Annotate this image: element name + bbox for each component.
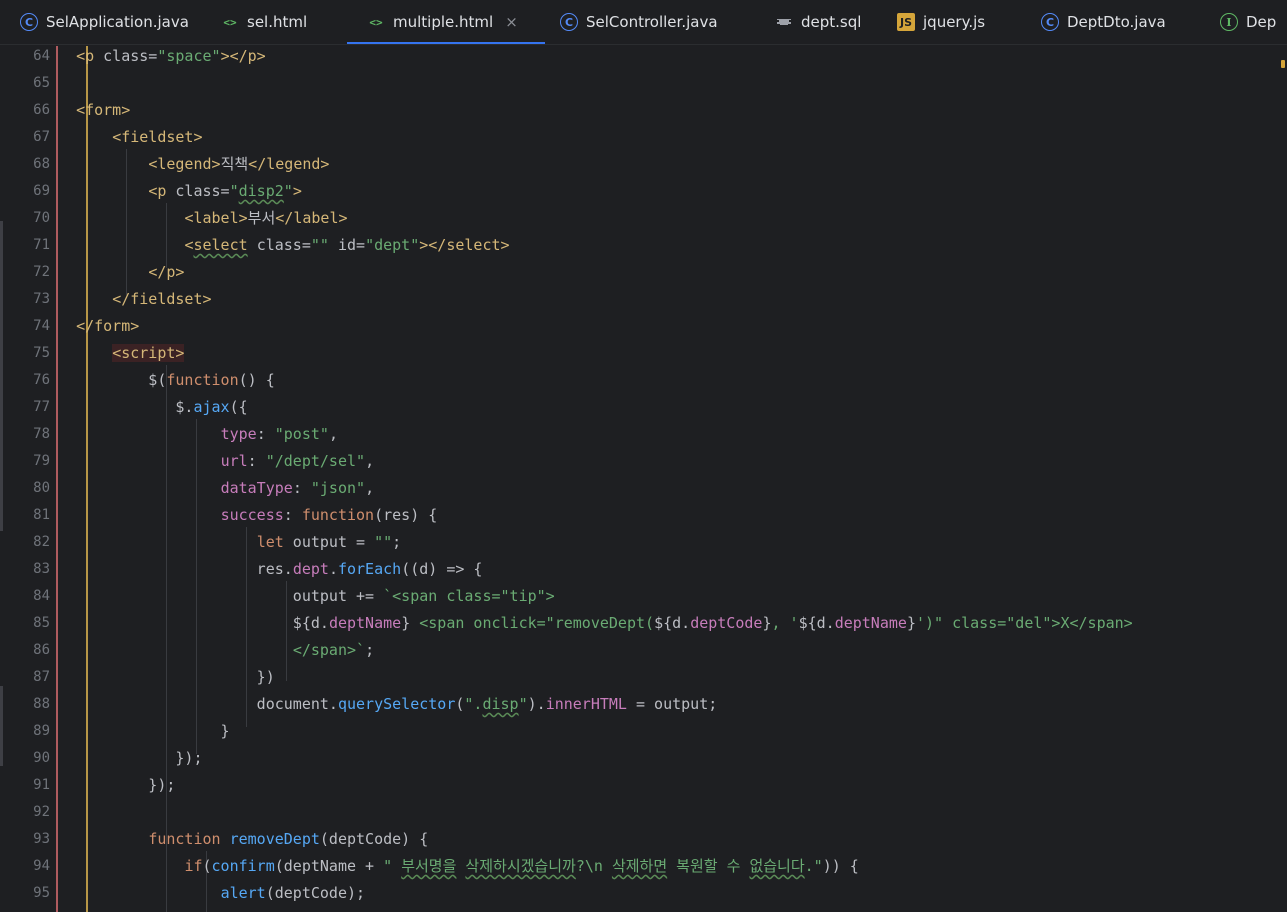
line-number: 88 bbox=[33, 696, 50, 712]
code-line-80: dataType: "json", bbox=[220, 479, 375, 497]
code-line-88: document.querySelector(".disp").innerHTM… bbox=[58, 695, 718, 713]
code-line-74: </form> bbox=[76, 317, 140, 335]
tab-label: SelApplication.java bbox=[46, 13, 189, 31]
code-line-69: <p class="disp2"> bbox=[148, 182, 302, 200]
code-line-72: </p> bbox=[148, 263, 185, 281]
line-number: 66 bbox=[33, 102, 50, 118]
code-line-94: if(confirm(deptName + " 부서명을 삭제하시겠습니까?\n… bbox=[184, 857, 859, 875]
line-number: 81 bbox=[33, 507, 50, 523]
code-line-90: }); bbox=[58, 749, 203, 767]
code-line-78: type: "post", bbox=[220, 425, 338, 443]
line-number: 91 bbox=[33, 777, 50, 793]
line-number: 89 bbox=[33, 723, 50, 739]
code-line-70: <label>부서</label> bbox=[184, 209, 348, 227]
code-line-95: alert(deptCode); bbox=[220, 884, 366, 902]
tab-dept-sql[interactable]: dept.sql bbox=[758, 0, 897, 44]
line-number: 87 bbox=[33, 669, 50, 685]
line-number: 64 bbox=[33, 48, 50, 64]
sql-file-icon bbox=[775, 13, 793, 31]
code-line-89: } bbox=[58, 722, 230, 740]
line-number: 71 bbox=[33, 237, 50, 253]
line-number: 82 bbox=[33, 534, 50, 550]
js-icon: JS bbox=[897, 13, 915, 31]
line-number: 90 bbox=[33, 750, 50, 766]
tab-sel-html[interactable]: <> sel.html bbox=[221, 0, 347, 44]
code-line-79: url: "/dept/sel", bbox=[220, 452, 375, 470]
line-number: 74 bbox=[33, 318, 50, 334]
code-line-71: <select class="" id="dept"></select> bbox=[184, 236, 510, 254]
code-line-85: ${d.deptName} <span onclick="removeDept(… bbox=[58, 614, 1133, 632]
code-line-64: <p class="space"></p> bbox=[76, 47, 266, 65]
line-number: 85 bbox=[33, 615, 50, 631]
code-line-81: success: function(res) { bbox=[220, 506, 438, 524]
code-line-77: $.ajax({ bbox=[58, 398, 248, 416]
line-number: 94 bbox=[33, 858, 50, 874]
class-icon: C bbox=[560, 13, 578, 31]
code-line-86: </span>`; bbox=[292, 641, 375, 659]
tab-label: DeptDto.java bbox=[1067, 13, 1166, 31]
code-line-87: }) bbox=[58, 668, 275, 686]
code-line-83: res.dept.forEach((d) => { bbox=[58, 560, 483, 578]
line-number: 68 bbox=[33, 156, 50, 172]
code-line-67: <fieldset> bbox=[112, 128, 203, 146]
line-number: 95 bbox=[33, 885, 50, 901]
line-number: 75 bbox=[33, 345, 50, 361]
class-icon: C bbox=[20, 13, 38, 31]
line-number-gutter: 64 65 66 67 68 69 70 71 72 73 74 75 76 77 78 79 80 81 82 83… bbox=[0, 46, 56, 912]
tab-label: jquery.js bbox=[923, 13, 986, 31]
line-number: 93 bbox=[33, 831, 50, 847]
line-number: 67 bbox=[33, 129, 50, 145]
tab-multiple-html[interactable]: <> multiple.html × bbox=[347, 0, 545, 44]
code-line-91: }); bbox=[58, 776, 176, 794]
code-line-75: <script> bbox=[112, 344, 185, 362]
tab-selcontroller-java[interactable]: C SelController.java bbox=[545, 0, 758, 44]
tab-dep-truncated[interactable]: I Dep bbox=[1220, 0, 1287, 44]
tab-label: dept.sql bbox=[801, 13, 862, 31]
tab-jquery-js[interactable]: JS jquery.js bbox=[897, 0, 1041, 44]
line-number: 84 bbox=[33, 588, 50, 604]
code-line-84: output += `<span class="tip"> bbox=[58, 587, 555, 605]
line-number: 70 bbox=[33, 210, 50, 226]
class-icon: C bbox=[1041, 13, 1059, 31]
tab-deptdto-java[interactable]: C DeptDto.java bbox=[1041, 0, 1220, 44]
line-number: 78 bbox=[33, 426, 50, 442]
tab-selapplication-java[interactable]: C SelApplication.java bbox=[0, 0, 221, 44]
code-editor[interactable]: 64 65 66 67 68 69 70 71 72 73 74 75 76 77 78 79 80 81 82 83… bbox=[0, 46, 1287, 912]
line-number: 79 bbox=[33, 453, 50, 469]
html-icon: <> bbox=[223, 15, 237, 29]
warning-marker-icon[interactable] bbox=[1281, 60, 1285, 68]
line-number: 76 bbox=[33, 372, 50, 388]
line-number: 65 bbox=[33, 75, 50, 91]
line-number: 77 bbox=[33, 399, 50, 415]
line-number: 83 bbox=[33, 561, 50, 577]
code-area[interactable]: <p class="space"></p> <form> <fieldset> … bbox=[58, 46, 1287, 912]
line-number: 92 bbox=[33, 804, 50, 820]
line-number: 86 bbox=[33, 642, 50, 658]
close-tab-icon[interactable]: × bbox=[505, 13, 518, 31]
interface-icon: I bbox=[1220, 13, 1238, 31]
html-icon: <> bbox=[369, 15, 383, 29]
code-line-66: <form> bbox=[76, 101, 131, 119]
code-line-82: let output = ""; bbox=[256, 533, 402, 551]
code-line-76: $(function() { bbox=[58, 371, 275, 389]
tab-label: multiple.html bbox=[393, 13, 494, 31]
line-number: 73 bbox=[33, 291, 50, 307]
line-number: 80 bbox=[33, 480, 50, 496]
tab-label: Dep bbox=[1246, 13, 1277, 31]
code-line-93: function removeDept(deptCode) { bbox=[148, 830, 429, 848]
code-line-68: <legend>직책</legend> bbox=[148, 155, 330, 173]
code-line-73: </fieldset> bbox=[112, 290, 212, 308]
line-number: 69 bbox=[33, 183, 50, 199]
tab-label: SelController.java bbox=[586, 13, 718, 31]
tab-label: sel.html bbox=[247, 13, 308, 31]
editor-tab-bar: C SelApplication.java <> sel.html <> mul… bbox=[0, 0, 1287, 45]
line-number: 72 bbox=[33, 264, 50, 280]
